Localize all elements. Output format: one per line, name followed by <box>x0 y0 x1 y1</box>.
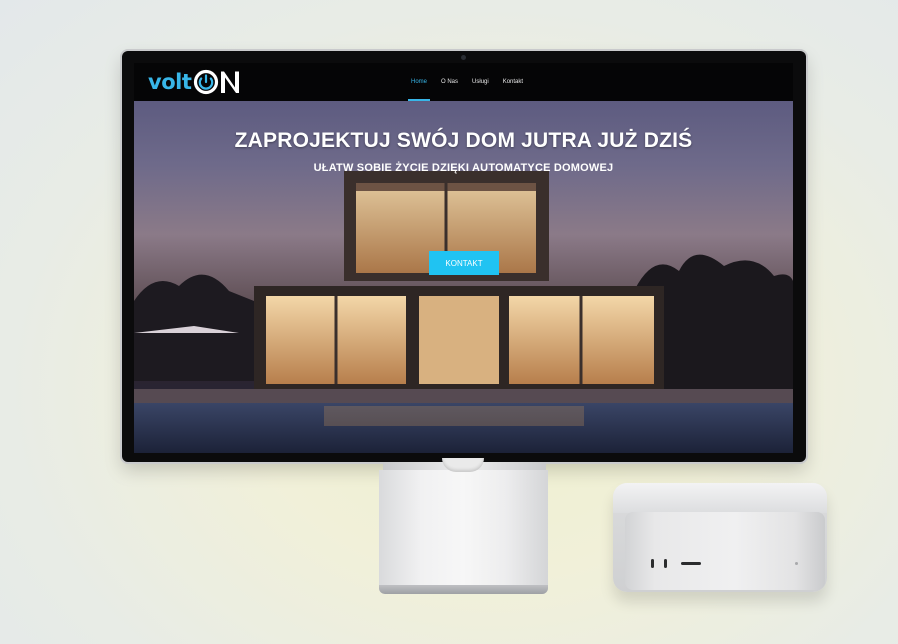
desktop-computer-front <box>625 512 825 590</box>
power-led <box>795 562 798 565</box>
logo-on-power-icon <box>194 69 240 95</box>
nav-o-nas[interactable]: O Nas <box>434 63 465 101</box>
nav-menu: Home O Nas Usługi Kontakt <box>404 63 530 101</box>
kontakt-button[interactable]: KONTAKT <box>429 251 499 275</box>
camera-dot <box>461 55 466 60</box>
desktop-computer-top <box>613 483 827 513</box>
usb-port-1 <box>651 559 654 568</box>
usb-port-2 <box>664 559 667 568</box>
nav-home[interactable]: Home <box>404 63 434 101</box>
screen: volt Home O Nas Usługi Kontakt ZAPROJEKT… <box>134 63 793 453</box>
site-navbar: volt Home O Nas Usługi Kontakt <box>134 63 793 101</box>
hero-section: ZAPROJEKTUJ SWÓJ DOM JUTRA JUŻ DZIŚ UŁAT… <box>134 101 793 453</box>
hero-title: ZAPROJEKTUJ SWÓJ DOM JUTRA JUŻ DZIŚ <box>234 129 693 152</box>
monitor-stand <box>379 470 548 594</box>
site-logo[interactable]: volt <box>148 68 243 96</box>
hero-house-photo <box>134 171 793 453</box>
logo-volt-text: volt <box>148 70 192 94</box>
hero-subtitle: UŁATW SOBIE ŻYCIE DZIĘKI AUTOMATYCE DOMO… <box>313 162 614 174</box>
nav-kontakt[interactable]: Kontakt <box>496 63 530 101</box>
monitor-stand-base <box>379 585 548 594</box>
sd-card-slot <box>681 562 701 565</box>
monitor: volt Home O Nas Usługi Kontakt ZAPROJEKT… <box>122 51 806 462</box>
nav-uslugi[interactable]: Usługi <box>465 63 496 101</box>
